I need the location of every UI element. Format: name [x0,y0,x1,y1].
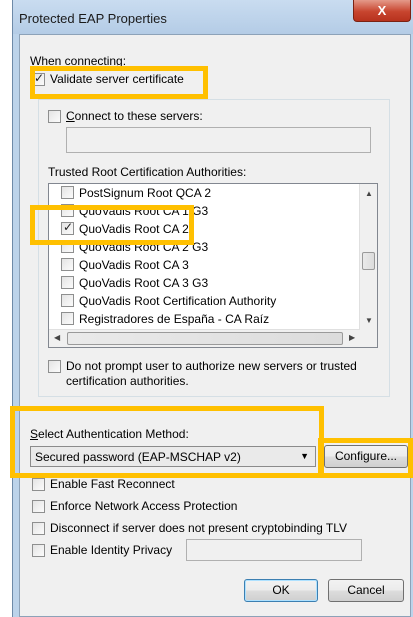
no-prompt-checkbox[interactable] [48,360,61,373]
identity-privacy-checkbox[interactable] [32,544,45,557]
scroll-down-icon[interactable]: ▼ [365,316,373,325]
list-item-label: QuoVadis Root CA 3 [79,258,189,272]
vertical-scrollbar[interactable]: ▲ ▼ [359,184,377,330]
connect-servers-checkbox[interactable] [48,110,61,123]
dialog-title: Protected EAP Properties [19,11,167,26]
highlight-auth-method [10,406,324,478]
close-icon: X [377,3,387,18]
list-item-checkbox[interactable] [61,312,74,325]
scroll-corner [360,330,377,347]
list-item[interactable]: PostSignum Root QCA 2 [49,184,365,202]
cryptobinding-label[interactable]: Disconnect if server does not present cr… [50,521,347,535]
highlight-validate-certificate [30,66,208,99]
highlight-quovadis-root-ca-2 [30,205,194,245]
highlight-configure [318,438,413,478]
servers-input[interactable] [66,127,371,153]
no-prompt-label-line2[interactable]: certification authorities. [66,374,189,388]
title-bar: Protected EAP Properties X [13,0,413,34]
cryptobinding-checkbox[interactable] [32,522,45,535]
dialog-client-area: When connecting: Validate server certifi… [19,34,411,617]
scroll-left-icon[interactable]: ◀ [54,333,60,342]
list-item-label: Registradores de España - CA Raíz [79,312,270,326]
list-item[interactable]: QuoVadis Root CA 3 G3 [49,274,365,292]
horizontal-scroll-thumb[interactable] [67,332,343,345]
ok-button[interactable]: OK [244,579,318,602]
list-item-checkbox[interactable] [61,276,74,289]
list-item-checkbox[interactable] [61,186,74,199]
nap-label[interactable]: Enforce Network Access Protection [50,499,237,513]
list-item-checkbox[interactable] [61,294,74,307]
vertical-scroll-thumb[interactable] [362,252,375,270]
trusted-roots-heading: Trusted Root Certification Authorities: [48,165,247,179]
list-item-checkbox[interactable] [61,258,74,271]
scroll-right-icon[interactable]: ▶ [349,333,355,342]
no-prompt-label-line1[interactable]: Do not prompt user to authorize new serv… [66,359,357,373]
fast-reconnect-label[interactable]: Enable Fast Reconnect [50,477,175,491]
cancel-label: Cancel [347,583,385,597]
list-item-label: PostSignum Root QCA 2 [79,186,212,200]
horizontal-scrollbar[interactable]: ◀ ▶ [49,329,360,347]
list-item-label: QuoVadis Root CA 3 G3 [79,276,209,290]
ok-label: OK [272,583,290,597]
identity-input[interactable] [186,539,362,561]
connect-servers-label[interactable]: Connect to these servers: [66,109,203,123]
list-item-label: QuoVadis Root Certification Authority [79,294,277,308]
fast-reconnect-checkbox[interactable] [32,478,45,491]
connect-servers-label-rest: onnect to these servers: [74,109,203,123]
list-item[interactable]: Registradores de España - CA Raíz [49,310,365,328]
nap-checkbox[interactable] [32,500,45,513]
close-button[interactable]: X [353,0,411,22]
list-item[interactable]: QuoVadis Root Certification Authority [49,292,365,310]
list-item[interactable]: QuoVadis Root CA 3 [49,256,365,274]
cancel-button[interactable]: Cancel [328,579,404,602]
identity-privacy-label[interactable]: Enable Identity Privacy [50,543,172,557]
scroll-up-icon[interactable]: ▲ [365,189,373,198]
